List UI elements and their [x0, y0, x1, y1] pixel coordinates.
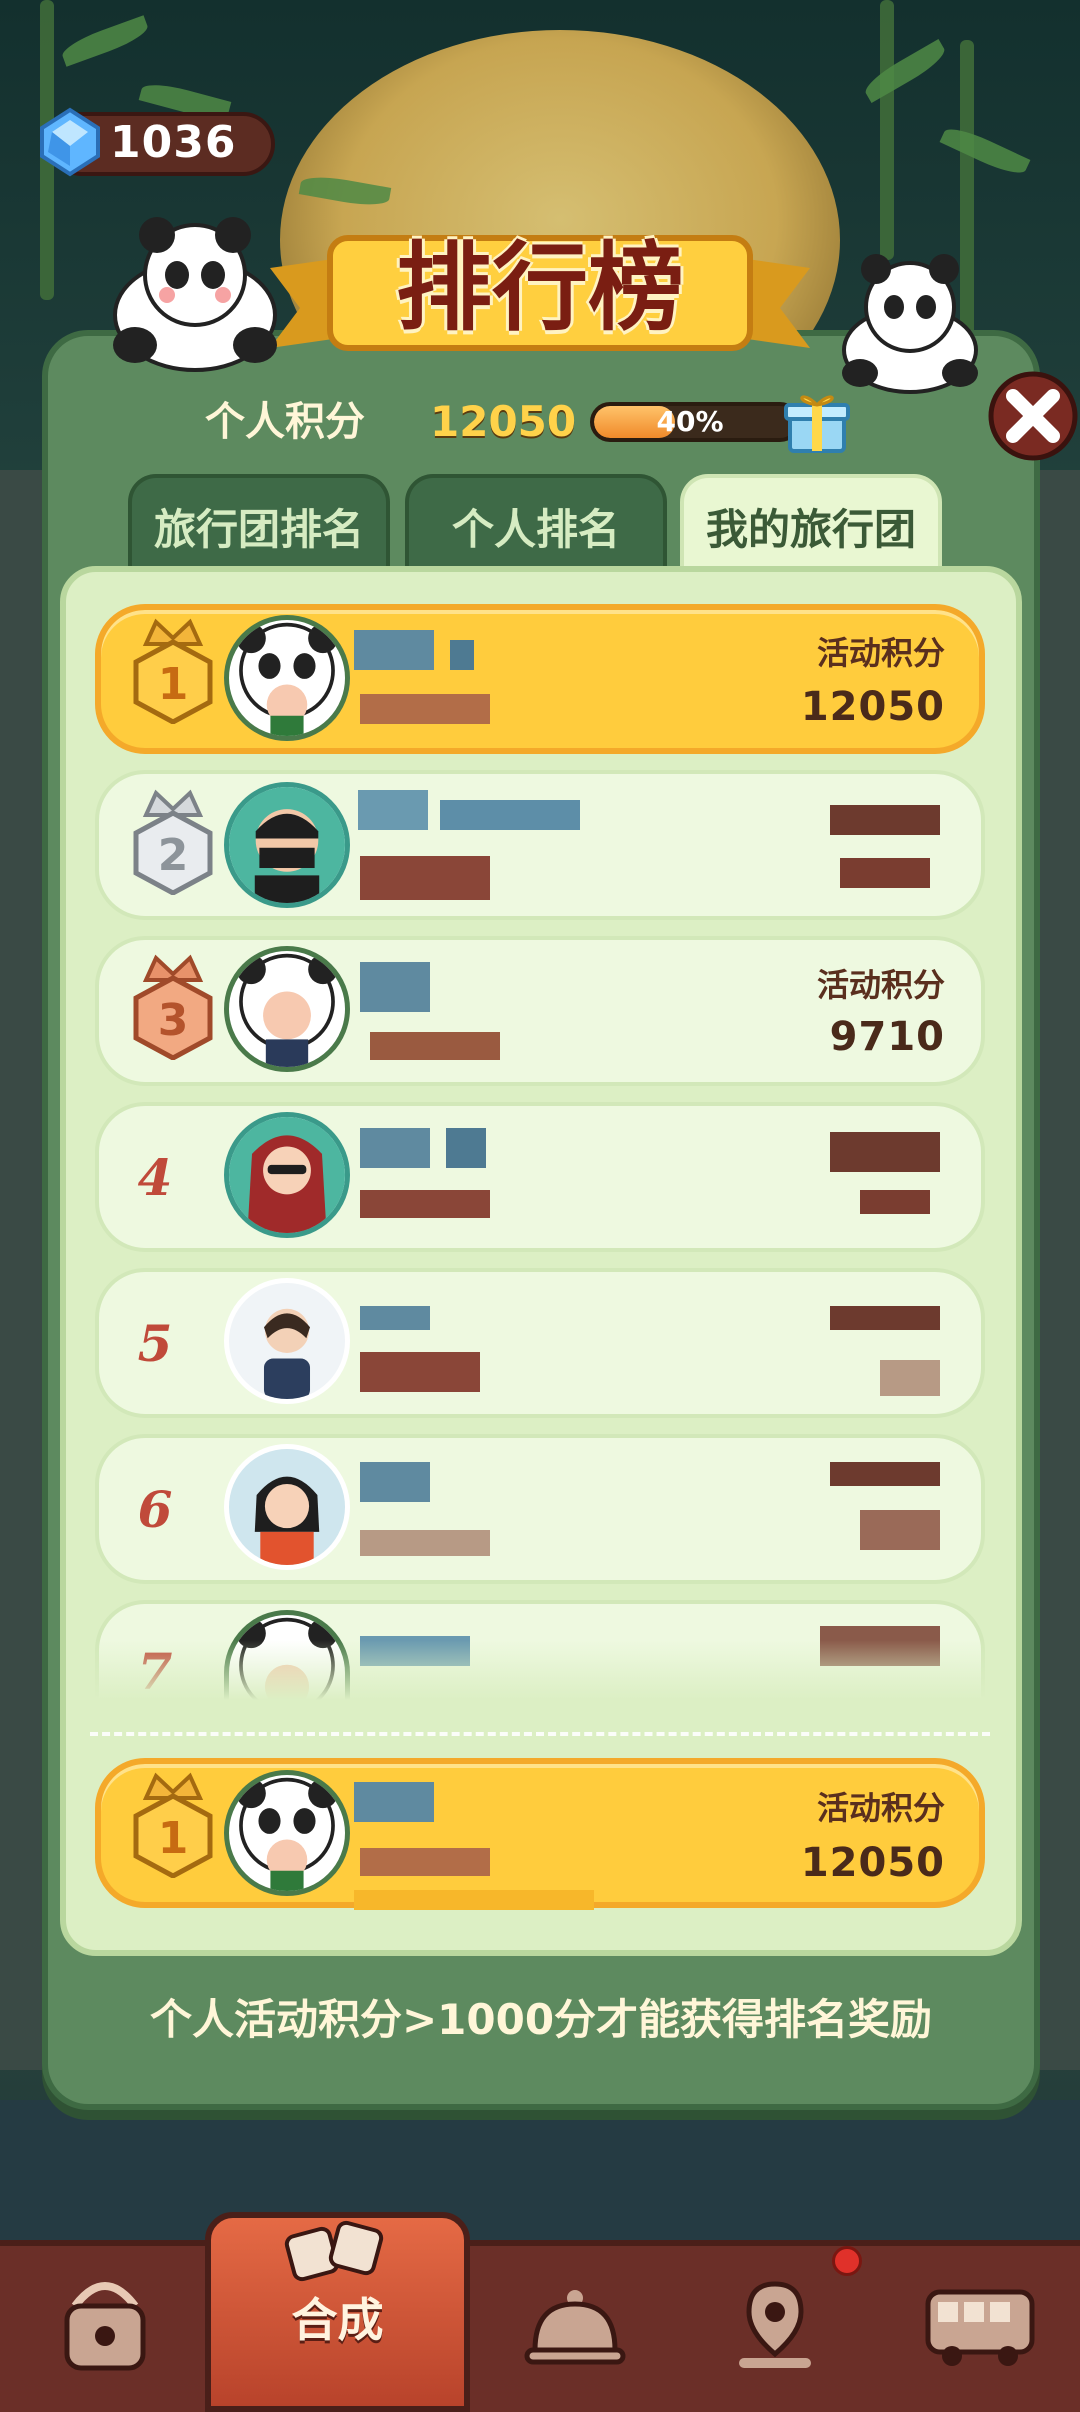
list-fade [66, 1640, 1016, 1700]
redacted-points [880, 1360, 940, 1396]
redacted-points [830, 805, 940, 835]
rank-number: 6 [137, 1480, 173, 1539]
panda-hood-avatar-icon [236, 1777, 338, 1891]
bag-icon[interactable] [45, 2270, 165, 2380]
bronze-medal-icon: 3 [133, 954, 213, 1060]
panda-hood-avatar-icon [236, 622, 338, 736]
avatar[interactable] [224, 1444, 350, 1570]
bus-icon[interactable] [920, 2270, 1040, 2380]
avatar[interactable] [224, 615, 350, 741]
girl-sunglasses-avatar-icon [229, 1117, 345, 1233]
panda-mascot-right [842, 254, 978, 394]
redacted-name [360, 1306, 430, 1330]
map-pin-icon[interactable] [715, 2270, 835, 2380]
page-title: 排行榜 [396, 232, 684, 344]
personal-score-value: 12050 [430, 397, 577, 446]
redacted-subtitle [360, 856, 490, 900]
redacted-subtitle [360, 1352, 480, 1392]
points-label: 活动积分 [816, 966, 945, 1004]
tab-my-team[interactable]: 我的旅行团 [680, 474, 942, 574]
reward-progress-text: 40% [656, 405, 724, 438]
bottom-backdrop [0, 2100, 1080, 2240]
avatar[interactable] [224, 946, 350, 1072]
redacted-points [860, 1190, 930, 1214]
redacted-subtitle [360, 1848, 490, 1876]
gold-medal-icon: 1 [133, 1772, 213, 1878]
points-value: 12050 [800, 1840, 945, 1886]
personal-score-label: 个人积分 [205, 399, 365, 445]
points-label: 活动积分 [816, 1789, 945, 1827]
service-bell-icon[interactable] [515, 2270, 635, 2380]
tab-team-ranking[interactable]: 旅行团排名 [128, 474, 390, 574]
points-value: 12050 [800, 684, 945, 730]
redacted-subtitle [370, 1032, 500, 1060]
svg-text:3: 3 [158, 995, 189, 1046]
points-label: 活动积分 [816, 634, 945, 672]
close-button[interactable] [985, 368, 1080, 464]
avatar[interactable] [224, 782, 350, 908]
rank-number: 4 [137, 1148, 173, 1207]
redacted-name [450, 640, 474, 670]
nav-merge-label: 合成 [291, 2293, 384, 2347]
bamboo-decoration [880, 0, 894, 260]
redacted-name [360, 1462, 430, 1502]
redacted-points [840, 858, 930, 888]
reward-requirement-note: 个人活动积分>1000分才能获得排名奖励 [149, 1995, 933, 2044]
redacted-name [360, 962, 430, 1012]
silver-medal-icon: 2 [133, 789, 213, 895]
diamond-icon [40, 107, 100, 177]
rank-number: 5 [137, 1314, 173, 1373]
gift-box-icon[interactable] [782, 385, 852, 455]
panda-hood-avatar-icon [236, 953, 338, 1067]
redacted-name [440, 800, 580, 830]
girl-headband-avatar-icon [229, 1449, 345, 1565]
redacted-subtitle [360, 1530, 490, 1556]
redacted-points [860, 1510, 940, 1550]
redacted-name [358, 790, 428, 830]
redacted-subtitle [354, 1890, 594, 1910]
tab-personal-ranking[interactable]: 个人排名 [405, 474, 667, 574]
redacted-subtitle [360, 1190, 490, 1218]
svg-text:2: 2 [158, 830, 189, 881]
girl-photo-avatar-icon [229, 1283, 345, 1399]
redacted-name [354, 1782, 434, 1822]
stone-wall-left [0, 470, 48, 2070]
redacted-name [446, 1128, 486, 1168]
redacted-points [830, 1132, 940, 1172]
avatar[interactable] [224, 1770, 350, 1896]
redacted-points [830, 1462, 940, 1486]
redacted-points [830, 1306, 940, 1330]
notification-dot [832, 2246, 862, 2276]
svg-text:1: 1 [158, 1813, 189, 1864]
currency-amount: 1036 [110, 117, 237, 168]
panda-mascot-left [113, 217, 277, 372]
svg-text:1: 1 [158, 659, 189, 710]
redacted-subtitle [360, 694, 490, 724]
merge-icon [284, 2220, 384, 2282]
dashed-divider [90, 1732, 990, 1736]
redacted-name [360, 1128, 430, 1168]
redacted-name [354, 630, 434, 670]
gold-medal-icon: 1 [133, 618, 213, 724]
ninja-avatar-icon [229, 787, 345, 903]
avatar[interactable] [224, 1278, 350, 1404]
points-value: 9710 [829, 1014, 945, 1060]
avatar[interactable] [224, 1112, 350, 1238]
